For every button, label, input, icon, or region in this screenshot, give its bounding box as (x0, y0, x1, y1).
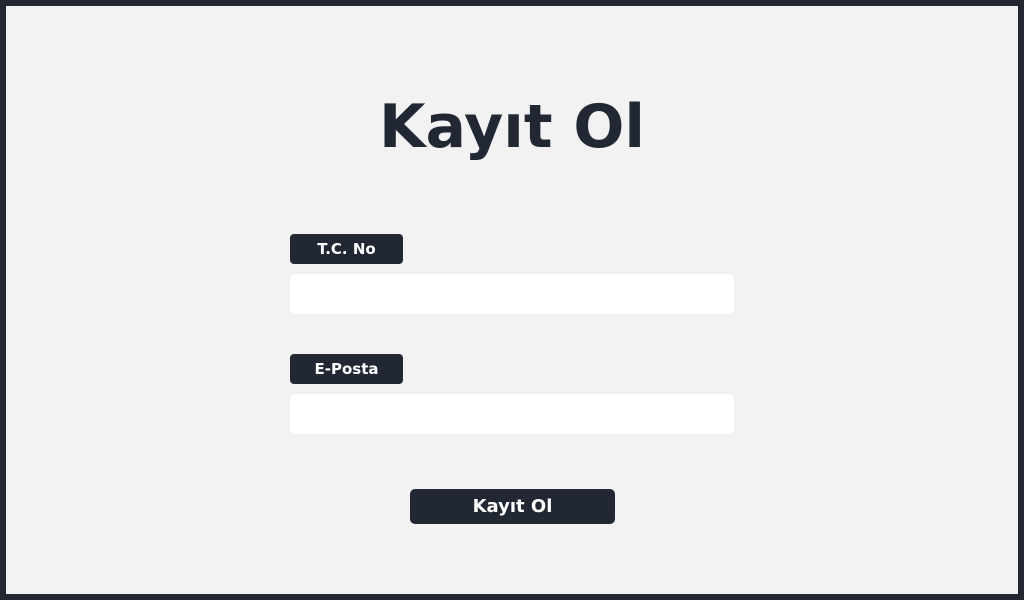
app-window: Kayıt Ol T.C. No E-Posta Kayıt Ol (0, 0, 1024, 600)
tc-no-input[interactable] (290, 274, 734, 314)
tc-no-label: T.C. No (290, 234, 403, 264)
page-title: Kayıt Ol (379, 92, 645, 162)
email-label: E-Posta (290, 354, 403, 384)
email-input[interactable] (290, 394, 734, 434)
register-button[interactable]: Kayıt Ol (410, 489, 615, 524)
